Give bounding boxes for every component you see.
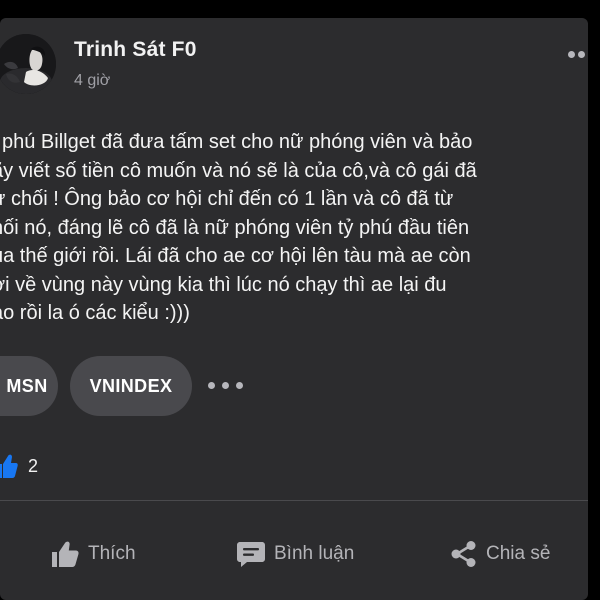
post-body: ỉ phú Billget đã đưa tấm set cho nữ phón… (0, 128, 588, 328)
avatar-photo (0, 34, 56, 94)
tag-label: VNINDEX (89, 375, 173, 396)
divider (0, 500, 588, 501)
more-tags-icon[interactable] (208, 380, 248, 392)
screen: Trinh Sát F0 4 giờ ỉ phú Billget đã đưa … (0, 0, 600, 600)
more-dot (568, 51, 575, 58)
share-icon (451, 541, 476, 567)
more-dot (578, 51, 585, 58)
more-dot (208, 382, 215, 389)
post-body-line: hối nó, đáng lẽ cô đã là nữ phóng viên t… (0, 216, 470, 239)
thumbs-up-icon (0, 454, 18, 478)
post-body-line: ủa thế giới rồi. Lái đã cho ae cơ hội lê… (0, 245, 471, 267)
tag-label: MSN (6, 375, 48, 396)
post-header: Trinh Sát F0 4 giờ (0, 18, 588, 118)
thumbs-up-icon (52, 541, 79, 567)
post-body-line: ãy viết số tiền cô muốn và nó sẽ là của … (0, 159, 477, 182)
avatar[interactable] (0, 34, 56, 94)
more-options-icon[interactable] (568, 48, 588, 62)
author-name[interactable]: Trinh Sát F0 (74, 38, 197, 62)
post-body-line: ỉ phú Billget đã đưa tấm set cho nữ phón… (0, 131, 473, 153)
more-dot (222, 382, 229, 389)
tag-vnindex[interactable]: VNINDEX (70, 356, 192, 416)
post-timestamp[interactable]: 4 giờ (74, 72, 110, 90)
comment-button[interactable]: Bình luận (236, 538, 354, 570)
more-dot (236, 382, 243, 389)
post-body-line: ợi về vùng này vùng kia thì lúc nó chạy … (0, 273, 447, 296)
post-body-line: ừ chối ! Ông bảo cơ hội chỉ đến có 1 lần… (0, 188, 454, 210)
like-label: Thích (88, 543, 136, 564)
comment-label: Bình luận (274, 543, 355, 564)
reaction-summary[interactable]: 2 (0, 451, 200, 481)
ticker-tags: MSN VNINDEX (0, 356, 588, 416)
like-button[interactable]: Thích (50, 538, 136, 570)
post-body-line: ao rồi la ó các kiểu :))) (0, 302, 190, 324)
share-label: Chia sẻ (486, 543, 551, 564)
like-count: 2 (28, 456, 39, 476)
share-button[interactable]: Chia sẻ (450, 538, 550, 570)
tag-msn[interactable]: MSN (0, 356, 58, 416)
post-card: Trinh Sát F0 4 giờ ỉ phú Billget đã đưa … (0, 18, 588, 600)
comment-bubble-icon (237, 542, 265, 567)
